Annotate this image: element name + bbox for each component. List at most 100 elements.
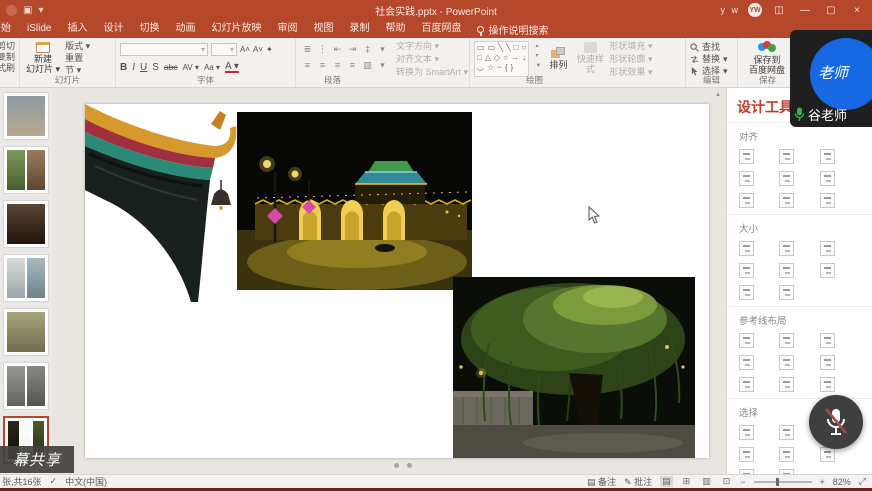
tab-5[interactable]: 动画 [167, 20, 203, 38]
sidebar-tool-icon[interactable] [739, 171, 754, 186]
zoom-slider-thumb[interactable] [776, 478, 779, 486]
underline-button[interactable]: U [140, 62, 147, 73]
sidebar-tool-icon[interactable] [779, 333, 794, 348]
shape-icon[interactable]: ↓ [522, 53, 526, 63]
clear-formatting-icon[interactable]: ✦ [266, 45, 273, 54]
font-color-button[interactable]: A ▾ [225, 62, 239, 73]
shape-icon[interactable]: } [511, 63, 514, 73]
quick-styles-button[interactable]: 快速样式 [575, 41, 605, 75]
align-text-button[interactable]: 对齐文本 ▾ [396, 53, 468, 65]
char-spacing-button[interactable]: AV ▾ [183, 63, 199, 72]
shape-icon[interactable]: ○ [503, 53, 508, 63]
align-justify-icon[interactable]: ≡ [350, 60, 355, 70]
slide-thumbnail-1[interactable] [3, 92, 49, 140]
shape-icon[interactable]: ~ [497, 63, 502, 73]
close-button[interactable]: × [848, 5, 866, 16]
shape-icon[interactable]: ╲ [498, 43, 503, 53]
sidebar-tool-icon[interactable] [779, 193, 794, 208]
line-spacing-icon[interactable]: ‡ [365, 44, 370, 54]
copy-button[interactable]: 复制 [4, 52, 15, 63]
photo-roof-eave[interactable] [85, 104, 237, 310]
sidebar-tool-icon[interactable] [739, 447, 754, 462]
shape-icon[interactable]: ▭ [488, 43, 496, 53]
user-avatar[interactable]: YW [748, 3, 762, 17]
zoom-level[interactable]: 82% [833, 477, 851, 487]
ribbon-options-icon[interactable]: ◫ [770, 5, 788, 16]
sidebar-tool-icon[interactable] [779, 263, 794, 278]
sidebar-tool-icon[interactable] [779, 149, 794, 164]
maximize-button[interactable]: ▢ [822, 5, 840, 16]
gallery-down-icon[interactable]: ▾ [535, 51, 541, 61]
slideshow-button[interactable]: ⊡ [721, 476, 733, 487]
sidebar-tool-icon[interactable] [779, 425, 794, 440]
tab-3[interactable]: 设计 [95, 20, 131, 38]
fit-to-window-icon[interactable]: ⤢ [859, 476, 866, 487]
save-icon[interactable]: ▣ [23, 5, 32, 16]
italic-button[interactable]: I [132, 62, 135, 73]
tab-2[interactable]: 插入 [59, 20, 95, 38]
gallery-more-icon[interactable]: ▼ [535, 61, 541, 71]
webcam-overlay[interactable]: 老师 谷老师 [790, 30, 872, 127]
sidebar-tool-icon[interactable] [739, 377, 754, 392]
shape-icon[interactable]: △ [485, 53, 491, 63]
slide-thumbnail-3[interactable] [3, 200, 49, 248]
sidebar-tool-icon[interactable] [739, 355, 754, 370]
shape-icon[interactable]: ◇ [494, 53, 500, 63]
shape-icon[interactable]: □ [477, 53, 482, 63]
sidebar-tool-icon[interactable] [820, 377, 835, 392]
layout-button[interactable]: 版式 ▾ [65, 40, 90, 52]
align-right-icon[interactable]: ≡ [335, 60, 340, 70]
arrange-button[interactable]: 排列 [545, 41, 571, 75]
align-left-icon[interactable]: ≡ [305, 60, 310, 70]
columns-icon[interactable]: ▥ [363, 60, 372, 71]
gallery-scroll[interactable]: ▴ ▾ ▼ [533, 41, 541, 77]
scroll-up-icon[interactable]: ▴ [712, 90, 724, 98]
sidebar-tool-icon[interactable] [739, 285, 754, 300]
shape-fill-button[interactable]: 形状填充 ▾ [609, 40, 652, 52]
tab-10[interactable]: 帮助 [377, 20, 413, 38]
shape-icon[interactable]: ◡ [477, 63, 484, 73]
qat-more-icon[interactable]: ▾ [38, 5, 43, 16]
bullets-icon[interactable]: ≣ [304, 44, 312, 55]
format-painter-button[interactable]: 格式刷 [4, 63, 15, 74]
tell-me-search[interactable]: 操作说明搜索 [469, 22, 556, 37]
change-case-button[interactable]: Aa ▾ [204, 63, 220, 72]
zoom-out-button[interactable]: − [740, 477, 745, 487]
sidebar-tool-icon[interactable] [779, 241, 794, 256]
tab-11[interactable]: 百度网盘 [413, 20, 469, 38]
language-indicator[interactable]: 中文(中国) [65, 475, 107, 488]
cut-button[interactable]: 剪切 [4, 41, 15, 52]
notes-button[interactable]: ▤ 备注 [587, 475, 616, 488]
tab-0[interactable]: 开始 [0, 20, 19, 38]
increase-font-icon[interactable]: A˄ [240, 45, 250, 54]
increase-indent-icon[interactable]: ⇥ [349, 44, 357, 55]
sidebar-tool-icon[interactable] [820, 241, 835, 256]
shape-outline-button[interactable]: 形状轮廓 ▾ [609, 53, 652, 65]
slide-thumbnail-5[interactable] [3, 308, 49, 356]
sidebar-tool-icon[interactable] [820, 193, 835, 208]
sidebar-tool-icon[interactable] [739, 333, 754, 348]
sidebar-tool-icon[interactable] [739, 425, 754, 440]
sidebar-tool-icon[interactable] [820, 263, 835, 278]
sidebar-tool-icon[interactable] [820, 447, 835, 462]
align-center-icon[interactable]: ≡ [320, 60, 325, 70]
canvas-scrollbar[interactable]: ▴ [712, 90, 724, 474]
view-reading-button[interactable]: ▥ [700, 476, 713, 487]
numbering-icon[interactable]: ⋮ [318, 44, 327, 55]
tab-1[interactable]: iSlide [19, 20, 59, 38]
reset-button[interactable]: 重置 [65, 52, 90, 64]
save-to-baidu-button[interactable]: 保存到 百度网盘 [742, 41, 792, 75]
shape-icon[interactable]: □ [514, 43, 519, 53]
decrease-indent-icon[interactable]: ⇤ [334, 44, 342, 55]
gallery-up-icon[interactable]: ▴ [535, 41, 541, 51]
font-name-combobox[interactable]: ▾ [120, 43, 208, 56]
tab-6[interactable]: 幻灯片放映 [203, 20, 269, 38]
decrease-font-icon[interactable]: A˅ [253, 45, 263, 54]
zoom-slider[interactable] [754, 481, 812, 483]
slide-thumbnail-2[interactable] [3, 146, 49, 194]
tab-4[interactable]: 切换 [131, 20, 167, 38]
sidebar-tool-icon[interactable] [820, 355, 835, 370]
shadow-button[interactable]: S [152, 62, 159, 73]
shape-icon[interactable]: ▭ [477, 43, 485, 53]
minimize-button[interactable]: — [796, 5, 814, 16]
